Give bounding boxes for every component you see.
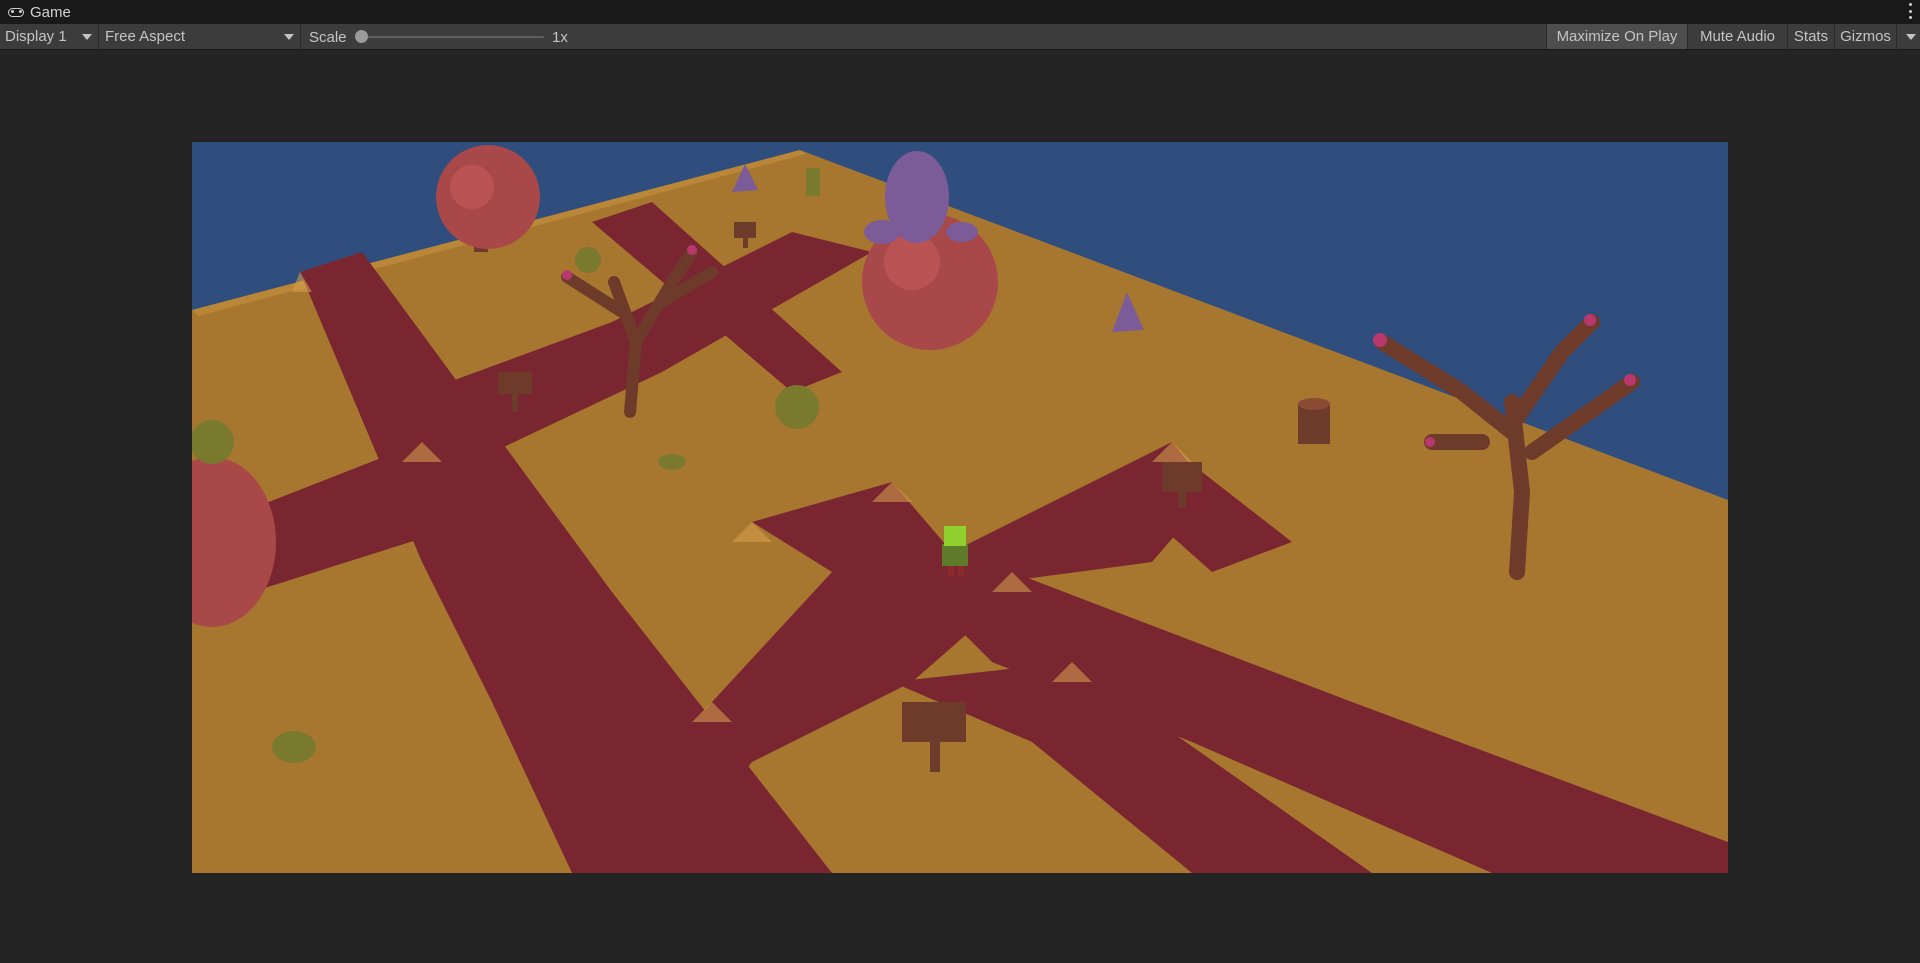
gizmos-label: Gizmos — [1840, 28, 1891, 45]
game-scene — [192, 142, 1728, 873]
game-viewport[interactable] — [192, 142, 1728, 873]
scale-value: 1x — [552, 29, 568, 46]
stats-label: Stats — [1793, 28, 1829, 45]
aspect-dropdown-label: Free Aspect — [105, 28, 186, 45]
chevron-down-icon — [1906, 34, 1916, 40]
tab-bar: Game — [0, 0, 1920, 25]
tab-game[interactable]: Game — [0, 0, 81, 24]
gizmos-dropdown[interactable] — [1896, 24, 1920, 49]
gizmos-button[interactable]: Gizmos — [1834, 24, 1896, 49]
gamepad-icon — [8, 7, 24, 17]
chevron-down-icon — [82, 34, 92, 40]
aspect-dropdown[interactable]: Free Aspect — [100, 24, 298, 49]
mute-audio-button[interactable]: Mute Audio — [1687, 24, 1787, 49]
stats-button[interactable]: Stats — [1787, 24, 1834, 49]
display-dropdown-label: Display 1 — [5, 28, 67, 45]
scale-label: Scale — [309, 29, 347, 46]
scale-slider-handle[interactable] — [355, 30, 368, 43]
scale-slider[interactable] — [358, 36, 544, 38]
maximize-on-play-label: Maximize On Play — [1556, 28, 1678, 45]
game-window: Game Display 1 Free Aspect Scale 1x Maxi… — [0, 0, 1920, 963]
more-options-icon[interactable] — [1908, 3, 1912, 19]
chevron-down-icon — [284, 34, 294, 40]
tab-title: Game — [30, 3, 71, 21]
game-toolbar: Display 1 Free Aspect Scale 1x Maximize … — [0, 24, 1920, 50]
divider — [98, 24, 99, 49]
mute-audio-label: Mute Audio — [1699, 28, 1776, 45]
display-dropdown[interactable]: Display 1 — [0, 24, 96, 49]
maximize-on-play-button[interactable]: Maximize On Play — [1546, 24, 1687, 49]
divider — [300, 24, 301, 49]
